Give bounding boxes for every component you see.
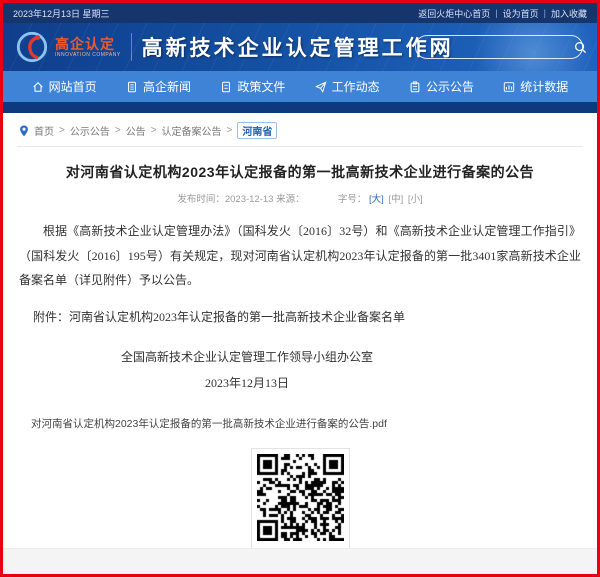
clipboard-icon (409, 81, 421, 93)
signature-block: 全国高新技术企业认定管理工作领导小组办公室 2023年12月13日 (19, 348, 475, 391)
news-icon (126, 81, 138, 93)
article-body-wrap: 根据《高新技术企业认定管理办法》（国科发火〔2016〕32号）和《高新技术企业认… (3, 219, 597, 432)
separator: | (544, 8, 546, 18)
bar-chart-icon (503, 81, 515, 93)
qr-code (251, 448, 350, 548)
attachment-line: 附件：河南省认定机构2023年认定报备的第一批高新技术企业备案名单 (33, 308, 581, 325)
attachment-pdf-link[interactable]: 对河南省认定机构2023年认定报备的第一批高新技术企业进行备案的公告.pdf (31, 416, 387, 431)
breadcrumb-announcements[interactable]: 公告 (126, 123, 146, 138)
fontsize-medium-button[interactable]: [中] (388, 194, 403, 205)
issue-date: 2023年12月13日 (19, 374, 475, 391)
search-box (415, 35, 583, 59)
site-header: 高企认定 INNOVATION COMPANY 高新技术企业认定管理工作网 (3, 23, 597, 71)
fontsize-small-button[interactable]: [小] (408, 194, 423, 205)
top-utility-bar: 2023年12月13日 星期三 返回火炬中心首页 | 设为首页 | 加入收藏 (3, 3, 597, 23)
nav-item-work[interactable]: 工作动态 (315, 78, 380, 95)
nav-item-notice[interactable]: 公示公告 (409, 78, 474, 95)
home-icon (32, 81, 44, 93)
fontsize-large-button[interactable]: [大] (369, 194, 384, 205)
nav-label: 高企新闻 (143, 78, 191, 95)
current-date: 2023年12月13日 星期三 (13, 7, 110, 20)
main-nav: 网站首页 高企新闻 政策文件 工作动态 公示公告 (3, 71, 597, 102)
link-torch-center-home[interactable]: 返回火炬中心首页 (418, 7, 490, 20)
nav-item-policy[interactable]: 政策文件 (220, 78, 285, 95)
main-content: 首页 > 公示公告 > 公告 > 认定备案公告 > 河南省 对河南省认定机构20… (3, 113, 597, 548)
article-title: 对河南省认定机构2023年认定报备的第一批高新技术企业进行备案的公告 (3, 162, 597, 182)
location-pin-icon (19, 125, 29, 137)
article-paragraph: 根据《高新技术企业认定管理办法》（国科发火〔2016〕32号）和《高新技术企业认… (19, 219, 581, 293)
publish-date: 2023-12-13 (225, 194, 274, 205)
site-title: 高新技术企业认定管理工作网 (142, 32, 454, 62)
header-bottom-strip (3, 102, 597, 113)
breadcrumb-current-province[interactable]: 河南省 (237, 122, 277, 139)
fontsize-label: 字号： (338, 194, 367, 205)
page: 2023年12月13日 星期三 返回火炬中心首页 | 设为首页 | 加入收藏 高… (0, 0, 600, 577)
link-set-homepage[interactable]: 设为首页 (503, 7, 539, 20)
nav-label: 统计数据 (520, 78, 568, 95)
separator: | (495, 8, 497, 18)
breadcrumb-separator: > (115, 125, 121, 136)
nav-item-news[interactable]: 高企新闻 (126, 78, 191, 95)
link-add-favorite[interactable]: 加入收藏 (551, 7, 587, 20)
breadcrumb: 首页 > 公示公告 > 公告 > 认定备案公告 > 河南省 (17, 113, 583, 147)
qr-section: 扫一扫在手机打开当前页 (3, 448, 597, 548)
search-icon[interactable] (574, 36, 587, 58)
breadcrumb-home[interactable]: 首页 (34, 123, 54, 138)
nav-label: 工作动态 (332, 78, 380, 95)
paper-plane-icon (315, 81, 327, 93)
footer-bar (3, 548, 597, 574)
search-input[interactable] (416, 41, 574, 53)
breadcrumb-separator: > (227, 125, 233, 136)
nav-label: 公示公告 (426, 78, 474, 95)
nav-item-home[interactable]: 网站首页 (32, 78, 97, 95)
breadcrumb-filing-notices[interactable]: 认定备案公告 (162, 123, 222, 138)
logo-subtext: INNOVATION COMPANY (55, 53, 121, 58)
issuing-office: 全国高新技术企业认定管理工作领导小组办公室 (19, 348, 475, 365)
site-logo[interactable]: 高企认定 INNOVATION COMPANY (15, 30, 121, 64)
nav-item-stats[interactable]: 统计数据 (503, 78, 568, 95)
source-label: 来源： (276, 194, 305, 205)
article-meta: 发布时间：2023-12-13 来源： 字号： [大] [中] [小] (3, 191, 597, 205)
logo-icon (15, 30, 49, 64)
breadcrumb-separator: > (151, 125, 157, 136)
publish-time-label: 发布时间： (177, 194, 225, 205)
breadcrumb-notices[interactable]: 公示公告 (70, 123, 110, 138)
breadcrumb-separator: > (59, 125, 65, 136)
policy-icon (220, 81, 232, 93)
logo-text: 高企认定 (55, 37, 121, 51)
logo-divider (131, 33, 132, 61)
nav-label: 政策文件 (237, 78, 285, 95)
nav-label: 网站首页 (49, 78, 97, 95)
